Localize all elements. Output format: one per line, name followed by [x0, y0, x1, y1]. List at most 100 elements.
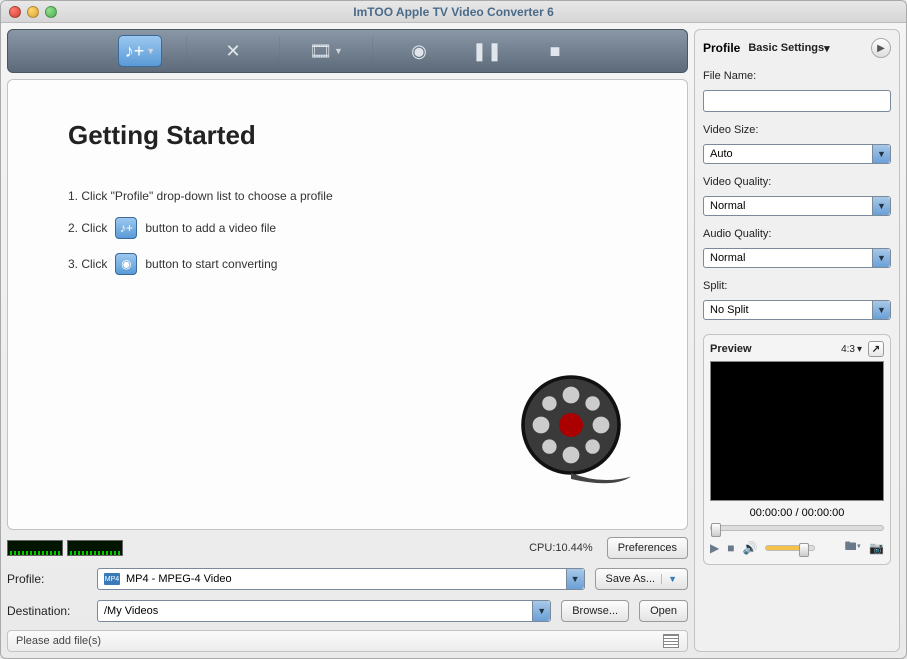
add-file-icon: ♪+ [125, 41, 145, 62]
video-quality-value: Normal [710, 200, 745, 212]
record-button[interactable]: ◉ [397, 35, 441, 67]
basic-settings-toggle[interactable]: Basic Settings▾ [748, 42, 829, 55]
file-name-label: File Name: [703, 70, 891, 82]
cpu-bar: CPU:10.44% Preferences [7, 536, 688, 560]
window-title: ImTOO Apple TV Video Converter 6 [1, 5, 906, 19]
step-2-text-a: 2. Click [68, 221, 107, 235]
split-value: No Split [710, 304, 749, 316]
preview-seekbar[interactable] [710, 525, 884, 531]
chevron-down-icon[interactable]: ▼ [872, 145, 890, 163]
separator [186, 36, 187, 66]
video-quality-select[interactable]: Normal ▼ [703, 196, 891, 216]
close-icon: ✕ [225, 41, 240, 62]
audio-quality-value: Normal [710, 252, 745, 264]
content-stage: Getting Started 1. Click "Profile" drop-… [7, 79, 688, 530]
chevron-down-icon[interactable]: ▼ [146, 46, 155, 56]
destination-dropdown[interactable]: /My Videos ▼ [97, 600, 551, 622]
status-bar: Please add file(s) [7, 630, 688, 652]
cpu-meters [7, 540, 123, 556]
preview-header: Preview 4:3▾ ↗ [710, 341, 884, 357]
chevron-down-icon[interactable]: ▼ [872, 249, 890, 267]
step-1-text: 1. Click "Profile" drop-down list to cho… [68, 189, 333, 203]
advance-button[interactable]: ▶ [871, 38, 891, 58]
volume-slider[interactable] [765, 545, 815, 551]
play-icon[interactable]: ▶ [710, 541, 719, 555]
audio-quality-label: Audio Quality: [703, 228, 891, 240]
step-3: 3. Click ◉ button to start converting [68, 253, 627, 275]
profile-row: Profile: MP4 MP4 - MPEG-4 Video ▼ Save A… [7, 566, 688, 592]
popout-icon[interactable]: ↗ [868, 341, 884, 357]
add-file-button[interactable]: ♪+ ▼ [118, 35, 162, 67]
film-add-icon: 🎞 [309, 41, 332, 62]
profile-value: MP4 - MPEG-4 Video [126, 573, 232, 585]
profile-label: Profile: [7, 572, 87, 586]
snapshot-folder-icon[interactable]: 🖿▾ [845, 537, 861, 558]
separator [372, 36, 373, 66]
add-video-button[interactable]: 🎞 ▼ [304, 35, 348, 67]
stop-button[interactable]: ■ [533, 35, 577, 67]
destination-row: Destination: /My Videos ▼ Browse... Open [7, 598, 688, 624]
camera-icon[interactable]: 📷 [869, 541, 884, 555]
main-pane: ♪+ ▼ ✕ 🎞 ▼ ◉ ❚❚ ■ Getting Started 1. Cli… [7, 29, 688, 652]
profile-header-label: Profile [703, 41, 740, 55]
step-3-text-a: 3. Click [68, 257, 107, 271]
basic-settings-label: Basic Settings [748, 42, 824, 54]
split-label: Split: [703, 280, 891, 292]
chevron-down-icon[interactable]: ▼ [334, 46, 343, 56]
record-icon: ◉ [115, 253, 137, 275]
chevron-down-icon[interactable]: ▼ [661, 574, 677, 584]
open-button[interactable]: Open [639, 600, 688, 622]
aspect-ratio-dropdown[interactable]: 4:3▾ [841, 344, 862, 355]
cpu-usage-label: CPU:10.44% [529, 542, 593, 554]
file-name-input[interactable] [703, 90, 891, 112]
app-window: ImTOO Apple TV Video Converter 6 ♪+ ▼ ✕ … [0, 0, 907, 659]
step-2-text-b: button to add a video file [145, 221, 276, 235]
browse-button[interactable]: Browse... [561, 600, 629, 622]
video-size-value: Auto [710, 148, 733, 160]
cpu-core-meter [7, 540, 63, 556]
video-size-select[interactable]: Auto ▼ [703, 144, 891, 164]
chevron-down-icon[interactable]: ▼ [872, 197, 890, 215]
destination-label: Destination: [7, 604, 87, 618]
cpu-core-meter [67, 540, 123, 556]
record-icon: ◉ [411, 41, 427, 62]
titlebar: ImTOO Apple TV Video Converter 6 [1, 1, 906, 23]
save-as-label: Save As... [606, 573, 656, 585]
volume-icon[interactable]: 🔊 [742, 541, 757, 555]
video-size-label: Video Size: [703, 124, 891, 136]
profile-dropdown[interactable]: MP4 MP4 - MPEG-4 Video ▼ [97, 568, 585, 590]
side-header: Profile Basic Settings▾ ▶ [703, 38, 891, 58]
film-reel-image [517, 371, 637, 491]
stop-icon: ■ [550, 41, 561, 62]
add-file-icon: ♪+ [115, 217, 137, 239]
aspect-ratio-value: 4:3 [841, 344, 855, 355]
preferences-button[interactable]: Preferences [607, 537, 688, 559]
preview-panel: Preview 4:3▾ ↗ 00:00:00 / 00:00:00 ▶ ■ 🔊… [703, 334, 891, 565]
chevron-down-icon[interactable]: ▼ [872, 301, 890, 319]
pause-button[interactable]: ❚❚ [465, 35, 509, 67]
audio-quality-select[interactable]: Normal ▼ [703, 248, 891, 268]
status-text: Please add file(s) [16, 635, 101, 647]
side-panel: Profile Basic Settings▾ ▶ File Name: Vid… [694, 29, 900, 652]
save-as-button[interactable]: Save As... ▼ [595, 568, 688, 590]
destination-value: /My Videos [104, 605, 158, 617]
step-3-text-b: button to start converting [145, 257, 277, 271]
remove-button[interactable]: ✕ [211, 35, 255, 67]
stop-icon[interactable]: ■ [727, 541, 734, 555]
chevron-down-icon[interactable]: ▼ [566, 569, 584, 589]
list-icon[interactable] [663, 634, 679, 648]
pause-icon: ❚❚ [472, 41, 502, 62]
toolbar: ♪+ ▼ ✕ 🎞 ▼ ◉ ❚❚ ■ [7, 29, 688, 73]
chevron-down-icon[interactable]: ▼ [532, 601, 550, 621]
preview-screen [710, 361, 884, 501]
format-badge: MP4 [104, 573, 120, 585]
window-body: ♪+ ▼ ✕ 🎞 ▼ ◉ ❚❚ ■ Getting Started 1. Cli… [1, 23, 906, 658]
step-1: 1. Click "Profile" drop-down list to cho… [68, 189, 627, 203]
video-quality-label: Video Quality: [703, 176, 891, 188]
split-select[interactable]: No Split ▼ [703, 300, 891, 320]
step-2: 2. Click ♪+ button to add a video file [68, 217, 627, 239]
getting-started-heading: Getting Started [68, 120, 627, 151]
preview-controls: ▶ ■ 🔊 🖿▾ 📷 [710, 537, 884, 558]
preview-label: Preview [710, 343, 752, 355]
separator [279, 36, 280, 66]
